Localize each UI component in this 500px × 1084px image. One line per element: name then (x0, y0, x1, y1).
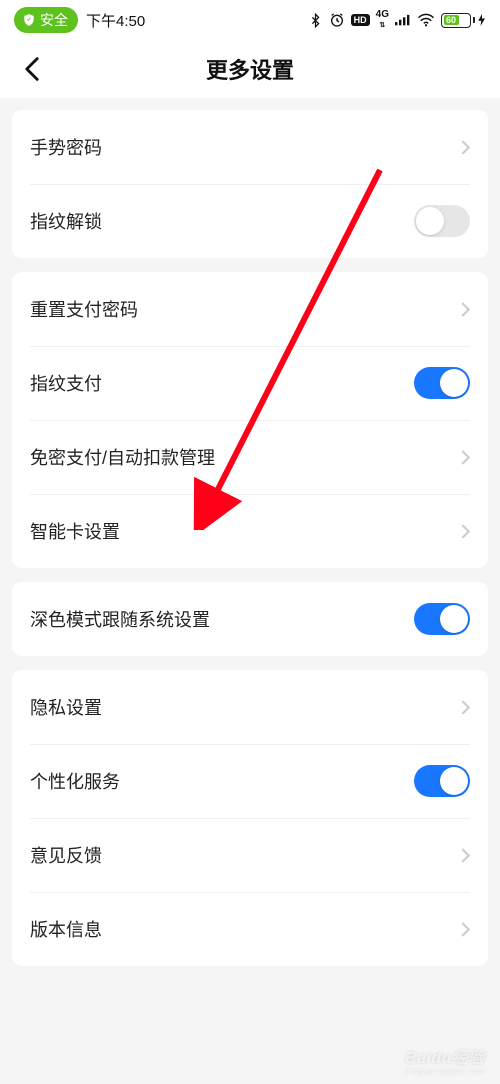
row-label: 免密支付/自动扣款管理 (30, 444, 215, 470)
row-label: 手势密码 (30, 134, 102, 160)
row-label: 版本信息 (30, 916, 102, 942)
status-time: 下午4:50 (86, 10, 145, 31)
status-right: HD 4G⇅ 60 (308, 10, 486, 30)
toggle-fingerprint-pay[interactable] (414, 367, 470, 399)
settings-group: 重置支付密码指纹支付免密支付/自动扣款管理智能卡设置 (12, 272, 488, 568)
chevron-right-icon (461, 848, 470, 863)
chevron-left-icon (24, 56, 40, 82)
settings-group: 隐私设置个性化服务意见反馈版本信息 (12, 670, 488, 966)
toggle-dark-mode-follow[interactable] (414, 603, 470, 635)
status-left: 安全 下午4:50 (14, 7, 145, 33)
row-fingerprint-unlock[interactable]: 指纹解锁 (12, 184, 488, 258)
row-gesture-password[interactable]: 手势密码 (12, 110, 488, 184)
row-label: 意见反馈 (30, 842, 102, 868)
row-feedback[interactable]: 意见反馈 (12, 818, 488, 892)
toggle-fingerprint-unlock[interactable] (414, 205, 470, 237)
signal-icon (395, 14, 411, 27)
row-smartcard-settings[interactable]: 智能卡设置 (12, 494, 488, 568)
watermark: Baidu经验 jingyan.baidu.com (405, 1044, 486, 1076)
nav-header: 更多设置 (0, 40, 500, 98)
row-reset-pay-password[interactable]: 重置支付密码 (12, 272, 488, 346)
row-dark-mode-follow[interactable]: 深色模式跟随系统设置 (12, 582, 488, 656)
shield-icon (22, 13, 36, 27)
row-fingerprint-pay[interactable]: 指纹支付 (12, 346, 488, 420)
row-label: 重置支付密码 (30, 296, 138, 322)
hd-icon: HD (351, 14, 370, 26)
row-version-info[interactable]: 版本信息 (12, 892, 488, 966)
settings-group: 手势密码指纹解锁 (12, 110, 488, 258)
row-privacy-settings[interactable]: 隐私设置 (12, 670, 488, 744)
row-label: 智能卡设置 (30, 518, 120, 544)
row-autopay-manage[interactable]: 免密支付/自动扣款管理 (12, 420, 488, 494)
chevron-right-icon (461, 700, 470, 715)
safe-badge: 安全 (14, 7, 78, 33)
toggle-thumb (440, 605, 468, 633)
safe-label: 安全 (40, 10, 68, 30)
toggle-thumb (440, 369, 468, 397)
chevron-right-icon (461, 140, 470, 155)
chevron-right-icon (461, 450, 470, 465)
row-label: 指纹解锁 (30, 208, 102, 234)
settings-group: 深色模式跟随系统设置 (12, 582, 488, 656)
status-bar: 安全 下午4:50 HD 4G⇅ 60 (0, 0, 500, 40)
chevron-right-icon (461, 922, 470, 937)
battery-icon: 60 (441, 13, 486, 28)
page-title: 更多设置 (206, 53, 294, 85)
settings-content: 手势密码指纹解锁重置支付密码指纹支付免密支付/自动扣款管理智能卡设置深色模式跟随… (0, 98, 500, 966)
toggle-thumb (440, 767, 468, 795)
wifi-icon (417, 13, 435, 27)
charging-icon (478, 14, 486, 26)
back-button[interactable] (12, 49, 52, 89)
row-label: 深色模式跟随系统设置 (30, 606, 210, 632)
chevron-right-icon (461, 302, 470, 317)
toggle-personalization[interactable] (414, 765, 470, 797)
alarm-icon (329, 12, 345, 28)
row-label: 隐私设置 (30, 694, 102, 720)
chevron-right-icon (461, 524, 470, 539)
toggle-thumb (416, 207, 444, 235)
bluetooth-icon (308, 13, 323, 28)
network-4g-icon: 4G⇅ (376, 10, 389, 30)
row-label: 个性化服务 (30, 768, 120, 794)
row-label: 指纹支付 (30, 370, 102, 396)
row-personalization[interactable]: 个性化服务 (12, 744, 488, 818)
